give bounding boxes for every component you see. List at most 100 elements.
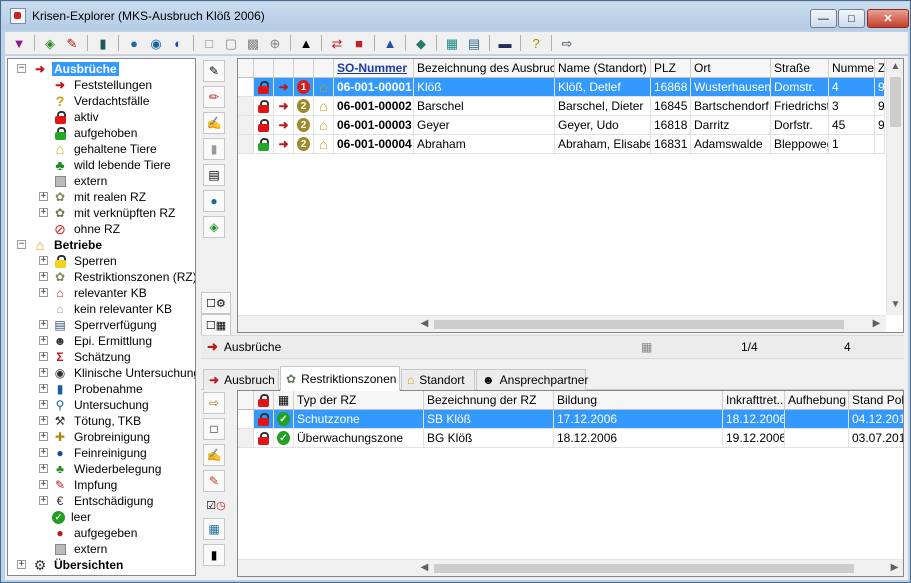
scroll-down-icon[interactable]: ▼ bbox=[887, 299, 903, 310]
table-row[interactable]: ➜ 2 ⌂ 06-001-00002 Barschel Barschel, Dieter 1… bbox=[238, 97, 885, 116]
vertical-scrollbar[interactable]: ▲ ▼ bbox=[886, 59, 903, 315]
scroll-left-icon[interactable]: ◀ bbox=[416, 562, 433, 573]
expand-icon[interactable]: + bbox=[39, 352, 48, 361]
expand-icon[interactable]: + bbox=[39, 256, 48, 265]
expand-icon[interactable]: + bbox=[39, 416, 48, 425]
tree-node[interactable]: + ⚙ Übersichten bbox=[17, 557, 125, 573]
collapse-icon[interactable]: − bbox=[17, 240, 26, 249]
globe-eu-icon[interactable]: ◉ bbox=[146, 33, 166, 53]
scroll-thumb[interactable] bbox=[434, 564, 854, 573]
scroll-right-icon[interactable]: ▶ bbox=[886, 562, 903, 573]
exit-icon[interactable]: ⇨ bbox=[557, 33, 577, 53]
horizontal-scrollbar[interactable]: ◀ ▶ bbox=[238, 559, 903, 576]
expand-icon[interactable]: + bbox=[39, 368, 48, 377]
restriction-zones-grid[interactable]: ▦ Typ der RZ Bezeichnung der RZ Bildung Inkr… bbox=[237, 390, 904, 577]
tree-node[interactable]: aufgehoben bbox=[52, 125, 139, 141]
tab-standort[interactable]: ⌂ Standort bbox=[401, 369, 475, 390]
column-header[interactable]: Aufhebung bbox=[785, 391, 849, 410]
tree-node[interactable]: + ● Feinreinigung bbox=[39, 445, 149, 461]
scanner-icon[interactable]: ▲ bbox=[296, 33, 316, 53]
new-record-icon[interactable]: ✎ bbox=[203, 60, 225, 82]
horizontal-scrollbar[interactable]: ◀ ▶ bbox=[238, 315, 886, 332]
minimize-button[interactable]: — bbox=[810, 9, 837, 28]
expand-icon[interactable]: + bbox=[39, 448, 48, 457]
delete-icon[interactable]: ▮ bbox=[203, 138, 225, 160]
expand-icon[interactable]: + bbox=[17, 560, 26, 569]
statistics-icon[interactable]: ▤ bbox=[464, 33, 484, 53]
help-icon[interactable]: ? bbox=[526, 33, 546, 53]
tree-node[interactable]: + ✚ Grobreinigung bbox=[39, 429, 152, 445]
expand-icon[interactable]: + bbox=[39, 480, 48, 489]
table-row[interactable]: ✓ Überwachungszone BG Klöß 18.12.2006 19.12.… bbox=[238, 429, 903, 448]
column-header-col[interactable]: Bezeichnung des Ausbruchs bbox=[414, 59, 555, 78]
maximize-button[interactable]: □ bbox=[838, 9, 865, 28]
expand-icon[interactable]: + bbox=[39, 464, 48, 473]
tree-node[interactable]: + ✿ Restriktionszonen (RZ) bbox=[39, 269, 195, 285]
tree-node[interactable]: + Σ Schätzung bbox=[39, 349, 133, 365]
tree-node[interactable]: extern bbox=[52, 541, 109, 557]
column-header[interactable]: Bildung bbox=[554, 391, 723, 410]
transfer-icon[interactable]: ⇄ bbox=[327, 33, 347, 53]
tree-node[interactable]: + ♣ Wiederbelegung bbox=[39, 461, 163, 477]
column-header[interactable]: Bezeichnung der RZ bbox=[424, 391, 554, 410]
edit-icon[interactable]: ✏ bbox=[203, 86, 225, 108]
tree-node[interactable]: + ⚲ Untersuchung bbox=[39, 397, 151, 413]
outbreaks-grid[interactable]: SO-Nummer Bezeichnung des Ausbruchs Name (… bbox=[237, 58, 904, 333]
sample-tube-icon[interactable]: ▲ bbox=[380, 33, 400, 53]
copy-icon[interactable]: ▤ bbox=[203, 164, 225, 186]
document-icon[interactable]: □ bbox=[199, 33, 219, 53]
globe-icon[interactable]: ● bbox=[203, 190, 225, 212]
tree-node[interactable]: + ⚒ Tötung, TKB bbox=[39, 413, 143, 429]
tab-restriktionszonen[interactable]: ✿ Restriktionszonen bbox=[280, 366, 400, 391]
add-document-icon[interactable]: ⊕ bbox=[265, 33, 285, 53]
tree-node[interactable]: ♣ wild lebende Tiere bbox=[52, 157, 173, 173]
collapse-icon[interactable]: − bbox=[17, 64, 26, 73]
table-row[interactable]: ▸ ✓ Schutzzone SB Klöß 17.12.2006 18.12.2006 0… bbox=[238, 410, 903, 429]
tree-node[interactable]: ⊘ ohne RZ bbox=[52, 221, 122, 237]
tree-node[interactable]: + ✿ mit realen RZ bbox=[39, 189, 148, 205]
tree-node[interactable]: + ☻ Epi. Ermittlung bbox=[39, 333, 154, 349]
checkbox-timer-icon[interactable]: ☑ ◷ bbox=[201, 494, 231, 516]
expand-icon[interactable]: + bbox=[39, 288, 48, 297]
tab-ansprechpartner[interactable]: ☻ Ansprechpartner bbox=[476, 369, 588, 390]
tree-node[interactable]: + ◉ Klinische Untersuchung bbox=[39, 365, 195, 381]
tree-node[interactable]: − ➜ Ausbrüche bbox=[17, 61, 119, 77]
column-header[interactable]: Stand Polygon bbox=[849, 391, 903, 410]
tree-node[interactable]: ● aufgegeben bbox=[52, 525, 139, 541]
tree-node[interactable]: aktiv bbox=[52, 109, 101, 125]
calendar-icon[interactable]: ☐▦ bbox=[201, 314, 231, 336]
tree-node[interactable]: + ✎ Impfung bbox=[39, 477, 119, 493]
expand-icon[interactable]: + bbox=[39, 400, 48, 409]
map-icon[interactable]: ◈ bbox=[40, 33, 60, 53]
expand-icon[interactable]: + bbox=[39, 272, 48, 281]
tree-node[interactable]: ⌂ gehaltene Tiere bbox=[52, 141, 159, 157]
report-icon[interactable]: ▬ bbox=[495, 33, 515, 53]
chart-document-icon[interactable]: ▩ bbox=[243, 33, 263, 53]
column-header-col[interactable]: Straße bbox=[771, 59, 829, 78]
tree-node[interactable]: ⌂ kein relevanter KB bbox=[52, 301, 174, 317]
column-header[interactable]: Inkrafttret... bbox=[723, 391, 785, 410]
tree-node[interactable]: ➜ Feststellungen bbox=[52, 77, 154, 93]
monitor-icon[interactable]: ▦ bbox=[203, 518, 225, 540]
expand-icon[interactable]: + bbox=[39, 496, 48, 505]
scroll-thumb[interactable] bbox=[434, 320, 844, 329]
new-zone-icon[interactable]: □ bbox=[203, 418, 225, 440]
documents-icon[interactable]: ▢ bbox=[221, 33, 241, 53]
expand-icon[interactable]: + bbox=[39, 384, 48, 393]
column-header-col[interactable]: PLZ bbox=[651, 59, 691, 78]
column-header-col[interactable]: Z bbox=[875, 59, 885, 78]
expand-icon[interactable]: + bbox=[39, 432, 48, 441]
settings-icon[interactable]: ☐⚙ bbox=[201, 292, 231, 314]
column-header-col[interactable]: Ort bbox=[691, 59, 771, 78]
column-header-so-nummer[interactable]: SO-Nummer bbox=[334, 59, 414, 78]
tree-node[interactable]: extern bbox=[52, 173, 109, 189]
scroll-left-icon[interactable]: ◀ bbox=[416, 318, 433, 329]
tree-node[interactable]: + € Entschädigung bbox=[39, 493, 155, 509]
tree-node[interactable]: + ⌂ relevanter KB bbox=[39, 285, 149, 301]
calculator-icon[interactable]: ▦ bbox=[442, 33, 462, 53]
column-header[interactable]: Typ der RZ bbox=[294, 391, 424, 410]
tree-node[interactable]: ? Verdachtsfälle bbox=[52, 93, 151, 109]
table-row[interactable]: ➜ 2 ⌂ 06-001-00004AbrahamAbraham, Elisabeth… bbox=[238, 135, 885, 154]
zone-tool-icon[interactable]: ◆ bbox=[411, 33, 431, 53]
tab-ausbruch[interactable]: ➜ Ausbruch bbox=[203, 369, 279, 390]
